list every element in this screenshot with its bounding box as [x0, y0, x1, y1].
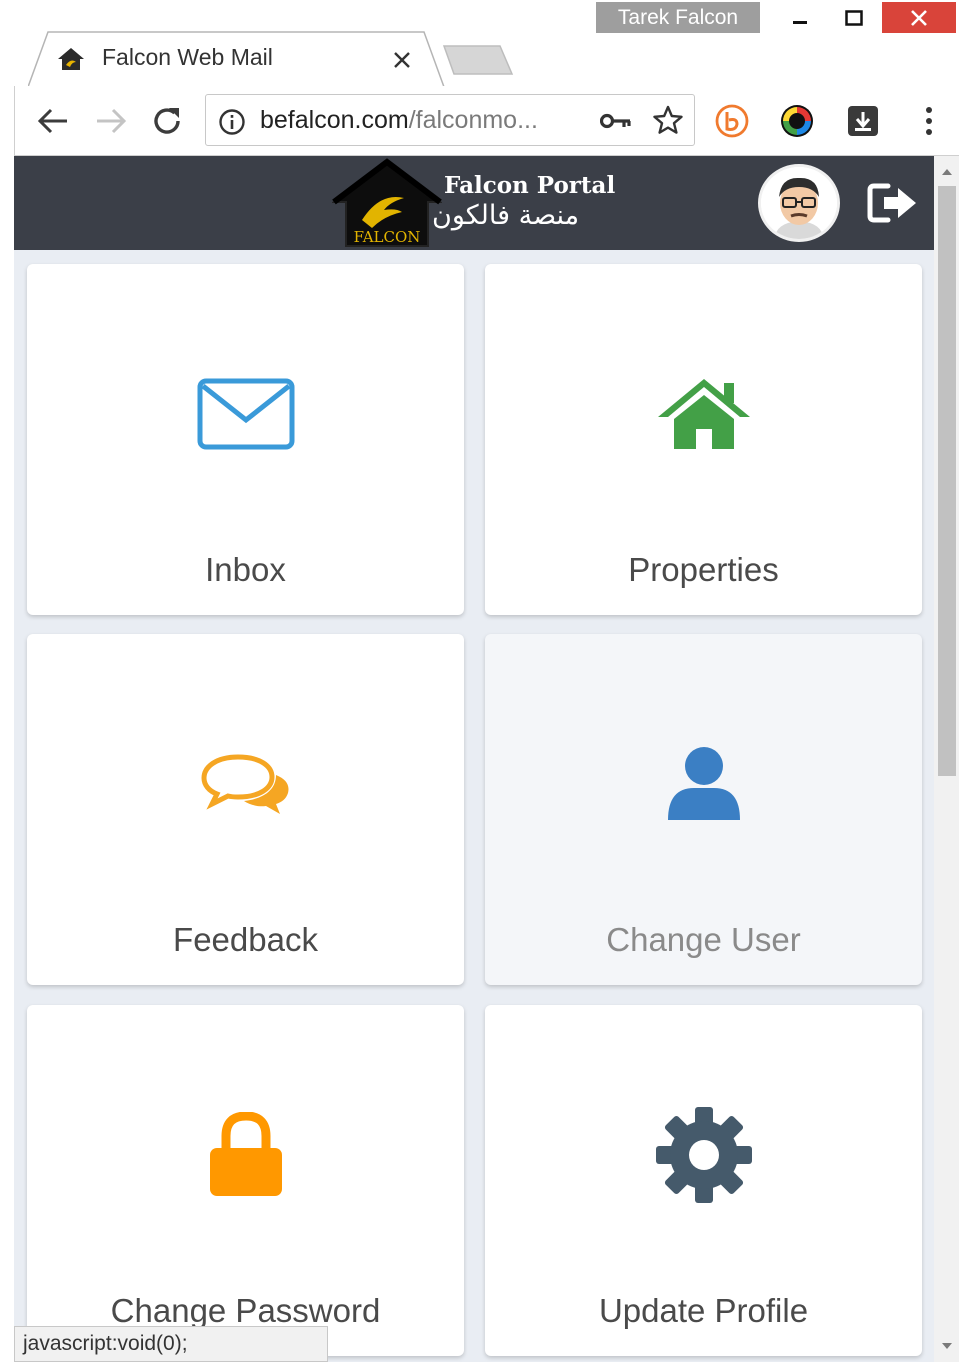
page-viewport: FALCON Falcon Portal منصة فالكون Inbox P…	[14, 156, 934, 1362]
portal-title-en: Falcon Portal	[444, 172, 616, 199]
portal-title-ar: منصة فالكون	[432, 200, 580, 231]
lock-icon	[209, 1112, 282, 1196]
envelope-icon	[197, 378, 294, 450]
info-icon[interactable]	[218, 108, 246, 136]
tile-properties[interactable]: Properties	[485, 264, 922, 615]
tile-label: Change User	[606, 921, 801, 958]
tile-update-profile[interactable]: Update Profile	[485, 1005, 922, 1356]
extension-download-icon	[848, 106, 878, 136]
tab-close-icon[interactable]	[390, 48, 414, 72]
maximize-icon	[845, 9, 863, 26]
tile-properties-icon-wrap	[485, 364, 922, 464]
user-icon	[667, 747, 740, 820]
browser-menu-button[interactable]	[910, 102, 948, 140]
tile-label: Inbox	[205, 551, 286, 588]
tile-label: Properties	[628, 551, 779, 588]
tile-inbox-icon-wrap	[27, 364, 464, 464]
kebab-menu-icon	[926, 107, 932, 135]
reload-icon	[154, 108, 180, 134]
scrollbar-thumb[interactable]	[938, 186, 956, 776]
profile-name-badge[interactable]: Tarek Falcon	[596, 2, 760, 33]
falcon-logo[interactable]: FALCON	[332, 158, 442, 248]
reload-button[interactable]	[150, 104, 184, 138]
user-avatar-icon	[761, 167, 837, 239]
back-button[interactable]	[36, 104, 70, 138]
url-domain: befalcon.com	[260, 106, 409, 134]
tile-feedback[interactable]: Feedback	[27, 634, 464, 985]
status-bar: javascript:void(0);	[14, 1326, 328, 1362]
forward-button[interactable]	[94, 104, 128, 138]
minimize-button[interactable]	[774, 2, 826, 33]
avatar[interactable]	[758, 164, 840, 242]
star-icon[interactable]	[652, 104, 684, 136]
extension-orange-button[interactable]	[713, 102, 751, 140]
extension-download-button[interactable]	[844, 102, 882, 140]
new-tab-button[interactable]	[442, 44, 514, 76]
arrow-right-icon	[97, 108, 127, 134]
house-icon	[657, 379, 750, 449]
gear-icon	[655, 1107, 752, 1203]
key-icon[interactable]	[600, 112, 632, 130]
logout-icon[interactable]	[866, 182, 920, 224]
extension-orange-icon	[715, 104, 749, 138]
tile-change-user[interactable]: Change User	[485, 634, 922, 985]
tile-inbox[interactable]: Inbox	[27, 264, 464, 615]
falcon-favicon-icon	[58, 48, 84, 70]
tile-update-profile-icon-wrap	[485, 1105, 922, 1205]
tile-change-user-icon-wrap	[485, 734, 922, 834]
arrow-left-icon	[37, 108, 67, 134]
tile-change-password-icon-wrap	[27, 1105, 464, 1205]
app-header: FALCON Falcon Portal منصة فالكون	[14, 156, 934, 250]
close-icon	[911, 9, 927, 26]
scroll-up-arrow-icon[interactable]	[938, 164, 956, 180]
url-text[interactable]: befalcon.com/falconmo...	[260, 106, 538, 135]
tile-label: Feedback	[173, 921, 318, 958]
tile-label: Change Password	[110, 1292, 381, 1329]
tile-label: Update Profile	[598, 1292, 809, 1329]
logo-text: FALCON	[354, 228, 421, 246]
scroll-down-arrow-icon[interactable]	[938, 1338, 956, 1354]
extension-colorwheel-button[interactable]	[778, 102, 816, 140]
tile-change-password[interactable]: Change Password	[27, 1005, 464, 1356]
chat-bubbles-icon	[200, 754, 288, 814]
extension-colorwheel-icon	[781, 105, 813, 137]
tile-feedback-icon-wrap	[27, 734, 464, 834]
url-path: /falconmo...	[408, 106, 538, 134]
close-window-button[interactable]	[882, 2, 956, 33]
tab-title: Falcon Web Mail	[102, 44, 273, 70]
minimize-icon	[793, 20, 807, 24]
maximize-button[interactable]	[828, 2, 880, 33]
